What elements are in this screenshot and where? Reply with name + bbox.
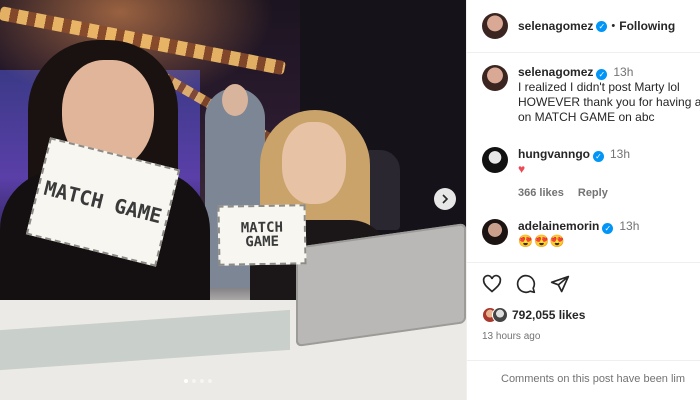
comment-username[interactable]: adelainemorin [518,219,599,233]
avatar [492,307,508,323]
post-actions: 792,055 likes 13 hours ago [467,262,700,342]
verified-icon: ✓ [593,151,604,162]
comment-time[interactable]: 13h [613,65,633,79]
background-person-face [222,84,248,116]
post-sidebar: selenagomez ✓ • Following selenagomez ✓ 13… [466,0,700,400]
verified-icon: ✓ [596,69,608,80]
comment-icon[interactable] [516,274,536,294]
reply-button[interactable]: Reply [578,187,608,199]
post-header: selenagomez ✓ • Following [467,0,700,53]
woman-right-face [282,122,346,204]
avatar[interactable] [482,65,508,91]
carousel-dots [184,379,212,383]
post-timestamp[interactable]: 13 hours ago [482,331,686,342]
post-photo: MATCH GAME MATCH GAME [0,0,466,400]
comment-text: 😍😍😍 [518,234,566,248]
likes-count[interactable]: 792,055 likes [512,308,585,322]
avatar[interactable] [482,219,508,245]
verified-icon: ✓ [602,223,614,234]
avatar[interactable] [482,147,508,173]
comment-username[interactable]: selenagomez [518,65,593,79]
chevron-right-icon[interactable] [434,188,456,210]
header-username[interactable]: selenagomez [518,19,593,33]
comments-limited-notice: Comments on this post have been lim [467,360,700,400]
avatar[interactable] [482,13,508,39]
verified-icon: ✓ [596,20,608,32]
carousel-dot [184,379,188,383]
comment-text: ♥ [518,162,526,176]
heart-icon[interactable] [482,274,502,294]
match-game-card-small: MATCH GAME [217,204,307,266]
carousel-dot [200,379,204,383]
list-item: hungvanngo ✓ 13h ♥ 366 likes Reply [467,147,700,201]
following-button[interactable]: Following [619,19,675,33]
send-icon[interactable] [550,274,570,294]
likes-summary[interactable]: 792,055 likes [482,307,686,323]
carousel-dot [192,379,196,383]
separator: • [611,20,616,32]
caption-line: HOWEVER thank you for having a [518,95,700,109]
comment-time[interactable]: 13h [619,219,639,233]
comments-list[interactable]: selenagomez ✓ 13h I realized I didn't post… [467,53,700,260]
list-item: adelainemorin ✓ 13h 😍😍😍 [467,219,700,249]
carousel-dot [208,379,212,383]
comment-time[interactable]: 13h [610,147,630,161]
comment-likes[interactable]: 366 likes [518,187,564,199]
caption-line: I realized I didn't post Marty lol [518,80,680,94]
caption-line: on MATCH GAME on abc [518,110,655,124]
comment-username[interactable]: hungvanngo [518,147,590,161]
caption: selenagomez ✓ 13h I realized I didn't post… [467,65,700,125]
